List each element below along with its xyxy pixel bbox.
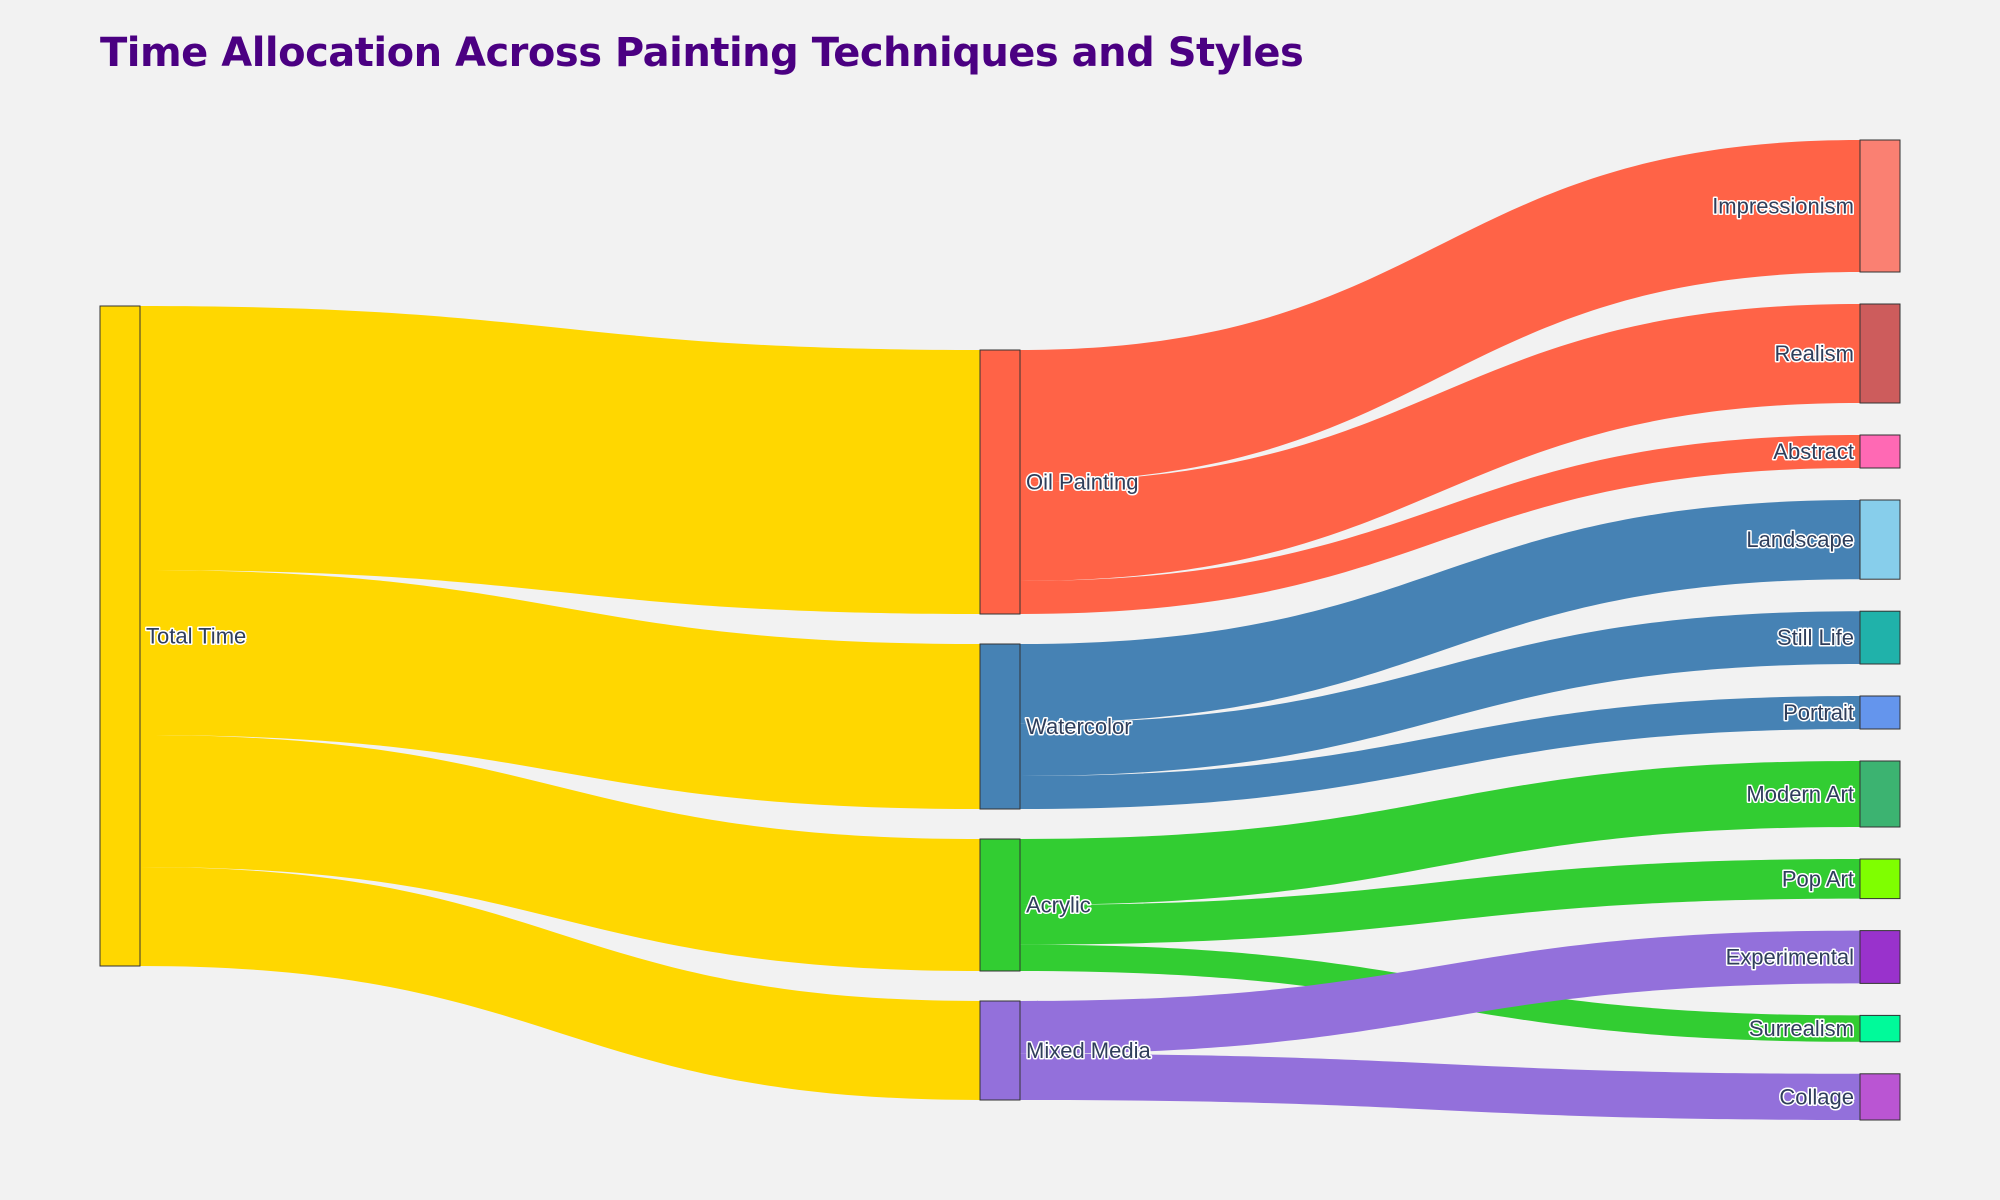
node-label-pop-art: Pop Art [1782,866,1854,891]
node-label-collage: Collage [1779,1084,1854,1109]
node-label-landscape: Landscape [1746,527,1854,552]
node-landscape[interactable] [1859,499,1901,580]
node-label-total-time: Total Time [146,624,246,649]
node-still-life[interactable] [1859,610,1901,665]
node-label-oil-painting: Oil Painting [1026,470,1139,495]
node-experimental[interactable] [1859,930,1901,984]
node-label-experimental: Experimental [1726,945,1854,970]
node-modern-art[interactable] [1859,760,1901,828]
node-label-realism: Realism [1775,341,1854,366]
node-pop-art[interactable] [1859,858,1901,900]
node-watercolor[interactable] [979,643,1021,810]
node-label-mixed-media: Mixed Media [1026,1038,1151,1063]
node-portrait[interactable] [1859,695,1901,730]
node-abstract[interactable] [1859,434,1901,469]
node-label-impressionism: Impressionism [1712,194,1854,219]
node-realism[interactable] [1859,303,1901,404]
links-layer [140,140,1860,1120]
node-collage[interactable] [1859,1073,1901,1121]
node-acrylic[interactable] [979,838,1021,972]
node-impressionism[interactable] [1859,139,1901,273]
node-oil-painting[interactable] [979,349,1021,615]
node-label-surrealism: Surrealism [1749,1016,1854,1041]
link-mixed-media-to-collage[interactable] [1020,1053,1860,1120]
link-total-time-to-oil-painting[interactable] [140,306,980,614]
node-label-acrylic: Acrylic [1026,893,1091,918]
node-label-still-life: Still Life [1777,625,1854,650]
node-label-abstract: Abstract [1773,439,1854,464]
sankey-chart: Time Allocation Across Painting Techniqu… [0,0,2000,1200]
sankey-svg: Total Time Oil Painting Watercolor Acrylic M… [99,139,1901,1121]
node-label-modern-art: Modern Art [1746,782,1854,807]
node-label-portrait: Portrait [1783,700,1854,725]
node-mixed-media[interactable] [979,1000,1021,1101]
node-surrealism[interactable] [1859,1014,1901,1043]
node-label-watercolor: Watercolor [1026,714,1132,739]
node-total-time[interactable] [99,305,141,967]
